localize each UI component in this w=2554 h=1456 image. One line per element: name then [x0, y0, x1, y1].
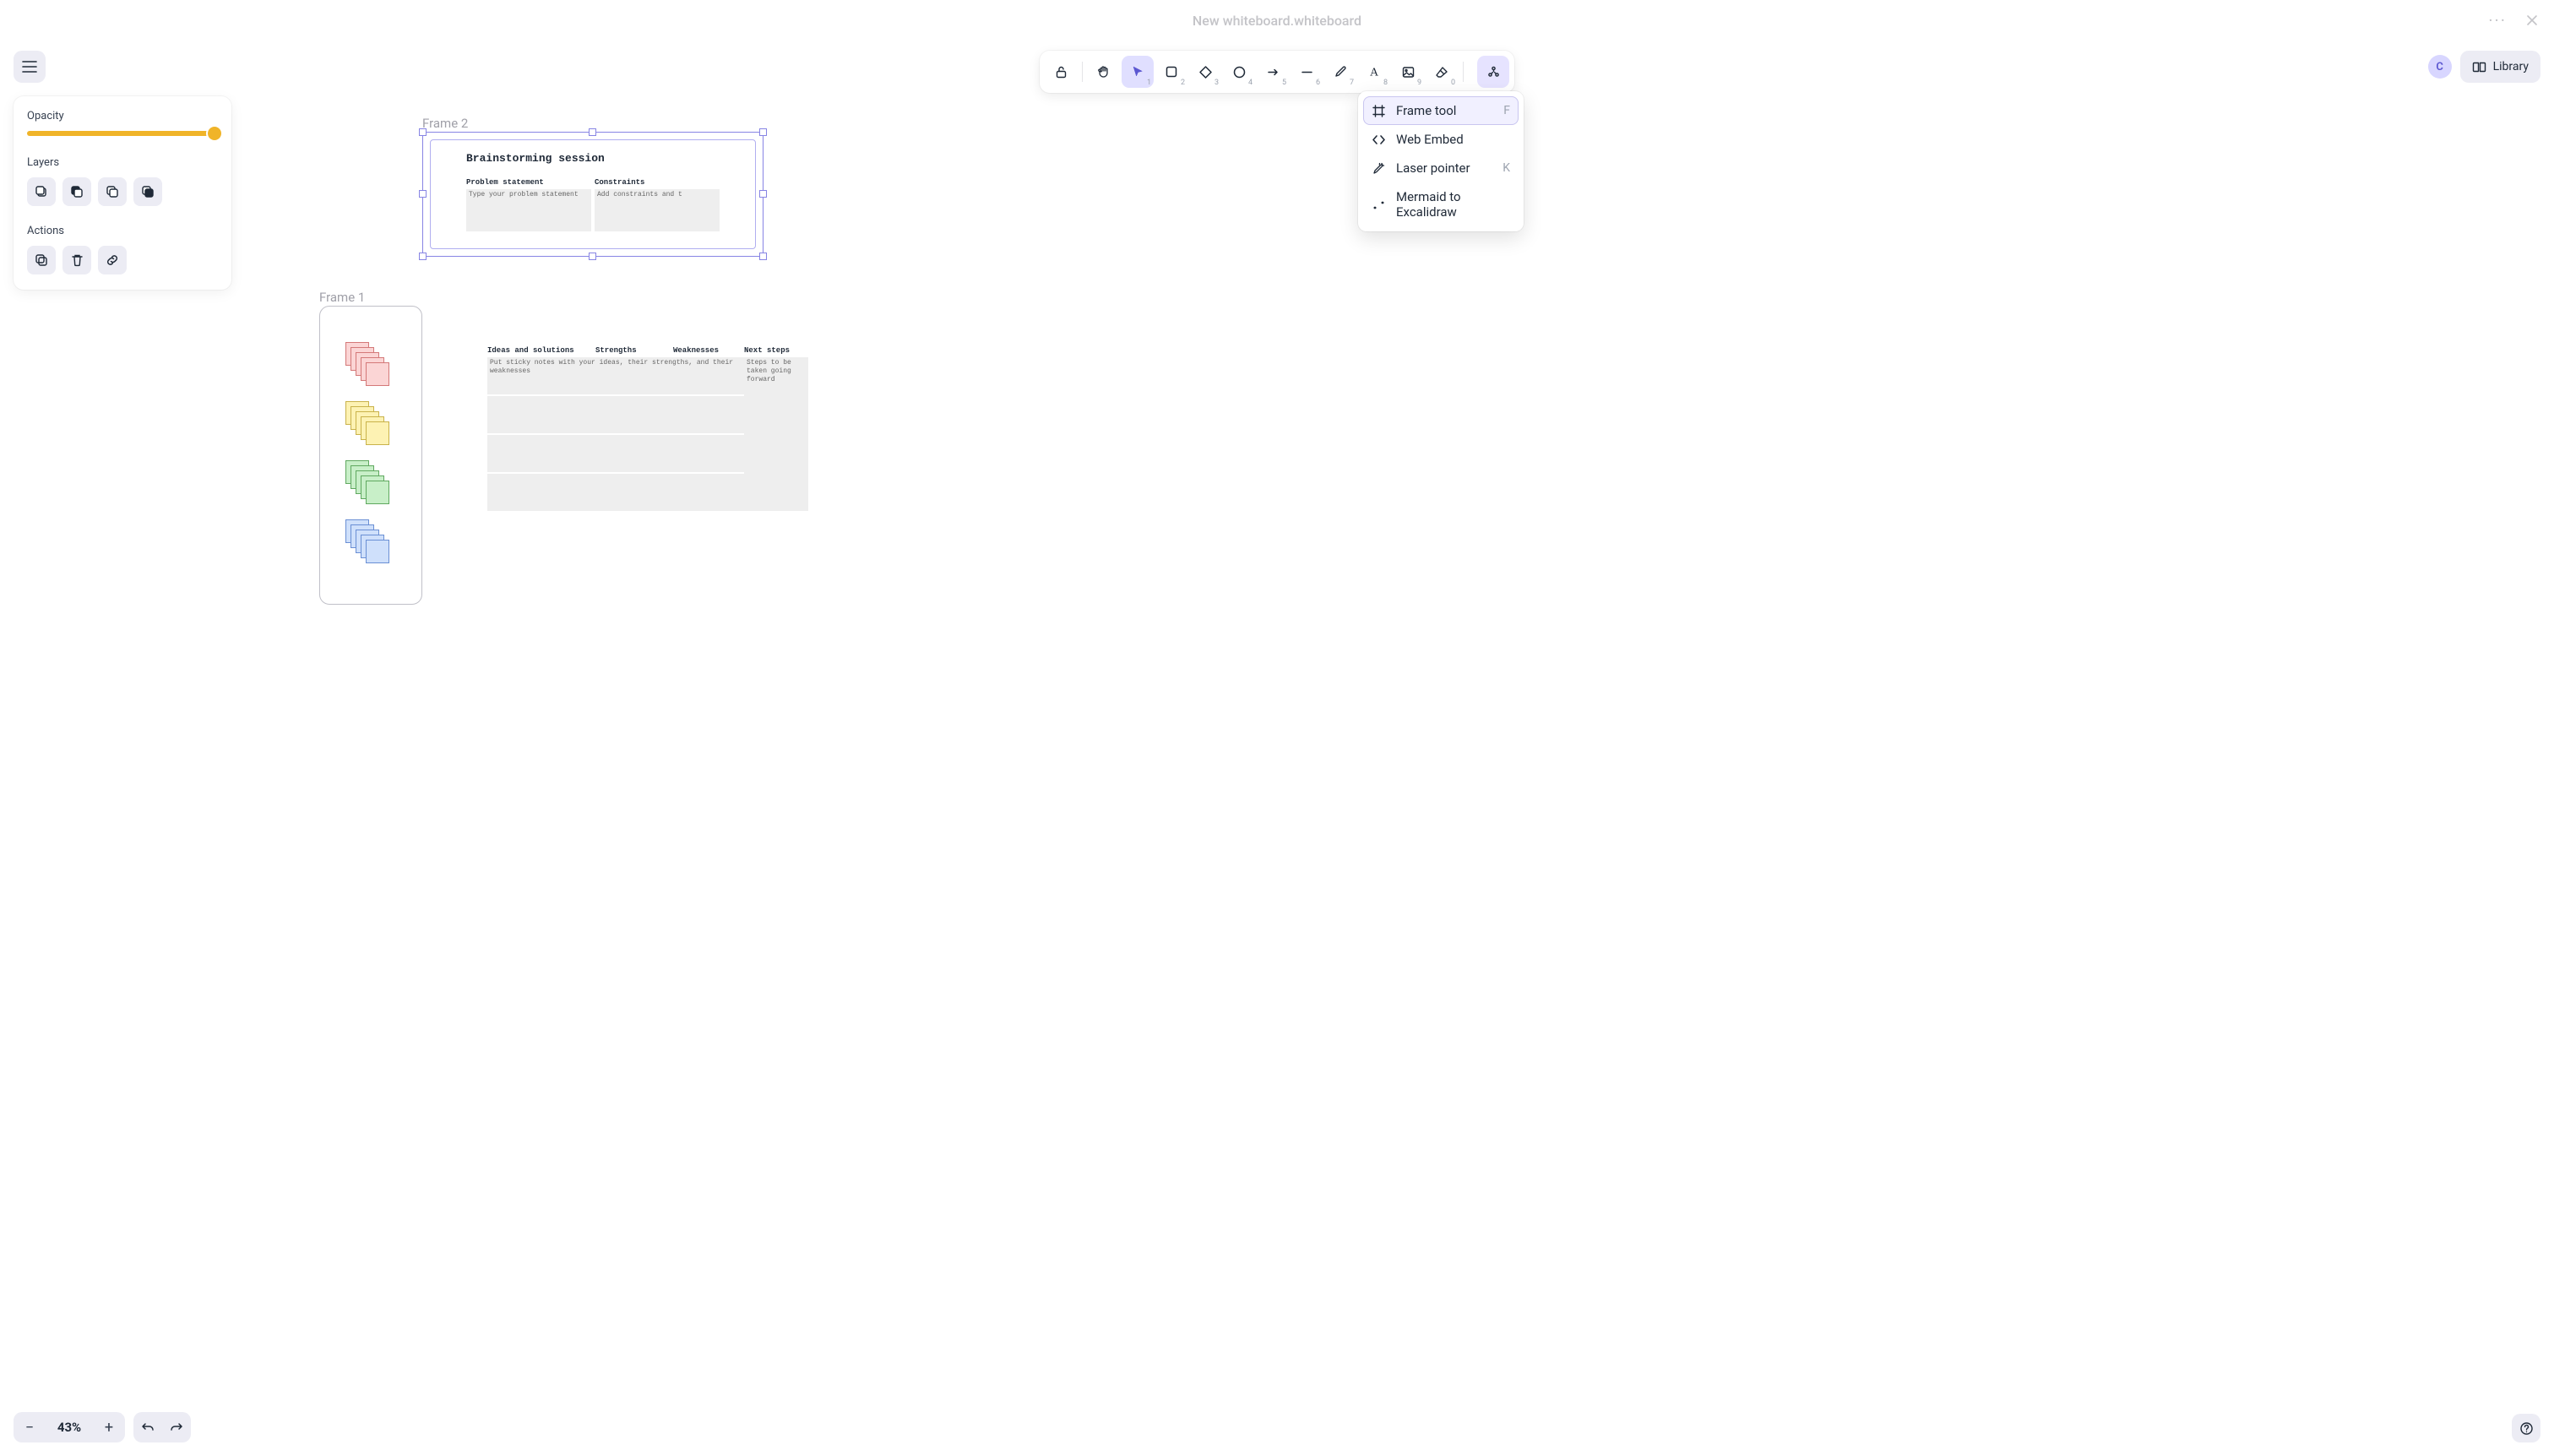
grid-cell[interactable] — [487, 435, 744, 472]
grid-header: Strengths — [595, 346, 673, 355]
grid-header: Ideas and solutions — [487, 346, 595, 355]
menu-item-label: Mermaid to Excalidraw — [1396, 189, 1510, 220]
menu-item-laser-pointer[interactable]: Laser pointer K — [1363, 154, 1519, 182]
resize-handle[interactable] — [419, 190, 427, 198]
menu-item-label: Web Embed — [1396, 132, 1464, 147]
canvas[interactable]: Frame 2 Brainstorming session Problem st… — [0, 41, 2554, 1456]
resize-handle[interactable] — [419, 253, 427, 260]
grid-cell[interactable]: Put sticky notes with your ideas, their … — [487, 357, 744, 394]
menu-item-label: Laser pointer — [1396, 160, 1470, 176]
brainstorm-grid[interactable]: Ideas and solutions Strengths Weaknesses… — [487, 346, 808, 511]
frame-2[interactable]: Frame 2 Brainstorming session Problem st… — [422, 132, 763, 257]
text-cell[interactable]: Add constraints and t — [595, 189, 720, 231]
document-title: New whiteboard.whiteboard — [1193, 13, 1361, 29]
more-tools-menu: Frame tool F Web Embed Laser pointer K M… — [1358, 91, 1524, 231]
grid-cell[interactable] — [487, 396, 744, 433]
menu-item-label: Frame tool — [1396, 103, 1456, 118]
menu-item-shortcut: K — [1503, 161, 1510, 175]
window-tabbar: New whiteboard.whiteboard ··· — [0, 0, 2554, 41]
resize-handle[interactable] — [759, 190, 767, 198]
menu-item-mermaid[interactable]: Mermaid to Excalidraw — [1363, 182, 1519, 226]
grid-cell[interactable] — [487, 474, 744, 511]
frame-1[interactable]: Frame 1 — [319, 306, 422, 605]
column-header: Constraints — [595, 178, 720, 187]
resize-handle[interactable] — [589, 253, 596, 260]
more-options-icon[interactable]: ··· — [2488, 10, 2507, 30]
menu-item-web-embed[interactable]: Web Embed — [1363, 125, 1519, 154]
menu-item-shortcut: F — [1503, 104, 1510, 117]
sticky-stack-pink[interactable] — [345, 342, 396, 391]
sticky-stack-yellow[interactable] — [345, 401, 396, 450]
resize-handle[interactable] — [419, 128, 427, 136]
grid-header: Weaknesses — [673, 346, 744, 355]
frame-label[interactable]: Frame 1 — [319, 290, 365, 305]
frame-title: Brainstorming session — [466, 152, 720, 165]
grid-cell[interactable]: Steps to be taken going forward — [744, 357, 808, 511]
text-cell[interactable]: Type your problem statement — [466, 189, 591, 231]
sticky-stack-green[interactable] — [345, 460, 396, 509]
resize-handle[interactable] — [759, 253, 767, 260]
close-icon[interactable] — [2525, 14, 2539, 27]
column-header: Problem statement — [466, 178, 591, 187]
resize-handle[interactable] — [589, 128, 596, 136]
sticky-stack-blue[interactable] — [345, 519, 396, 568]
grid-header: Next steps — [744, 346, 808, 355]
frame-label[interactable]: Frame 2 — [422, 116, 468, 131]
resize-handle[interactable] — [759, 128, 767, 136]
menu-item-frame-tool[interactable]: Frame tool F — [1363, 96, 1519, 125]
